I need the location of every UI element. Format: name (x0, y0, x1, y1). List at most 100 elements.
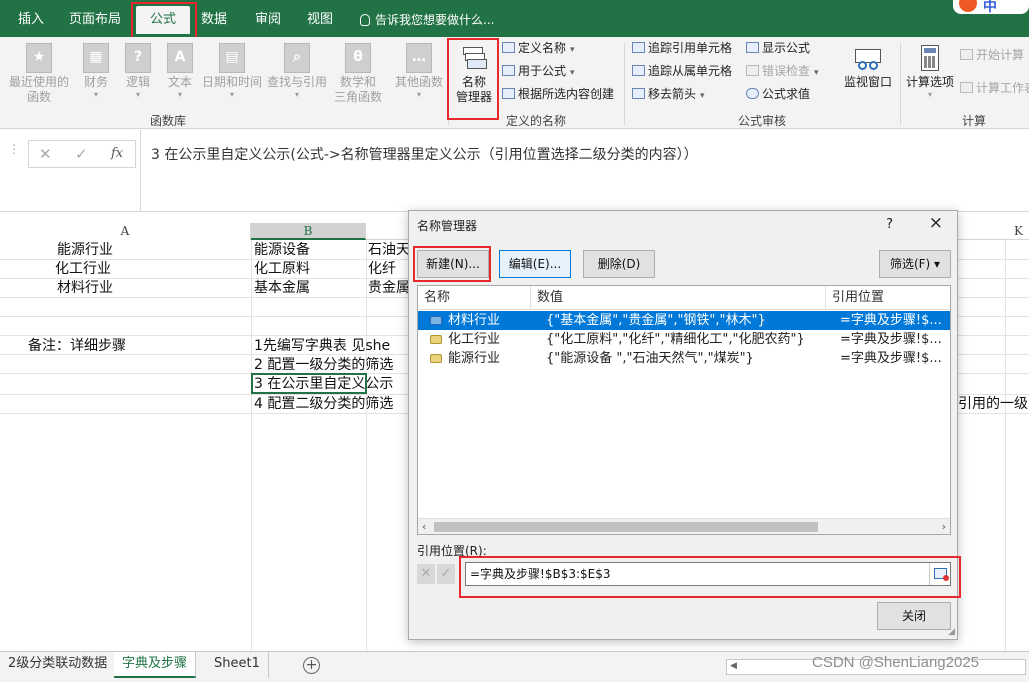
text-functions-button[interactable]: A 文本 ▾ (162, 43, 198, 99)
financial-label: 财务 (83, 75, 108, 89)
show-formulas-button[interactable]: 显示公式 (746, 38, 810, 58)
close-button[interactable]: 关闭 (877, 602, 951, 630)
confirm-ref-icon[interactable]: ✓ (437, 564, 455, 584)
list-item[interactable]: 化工行业 {"化工原料","化纤","精细化工","化肥农药"} =字典及步骤!… (418, 330, 950, 349)
add-sheet-icon[interactable]: + (303, 657, 320, 674)
math-trig-label: 数学和 三角函数 (333, 75, 382, 104)
list-item-value: {"化工原料","化纤","精细化工","化肥农药"} (546, 332, 805, 347)
names-list[interactable]: 名称 数值 引用位置 材料行业 {"基本金属","贵金属","钢铁","林木"}… (417, 285, 951, 535)
cell-b-category-2[interactable]: 化工原料 (254, 260, 366, 279)
edit-name-button[interactable]: 编辑(E)... (499, 250, 571, 278)
evaluate-formula-button[interactable]: 公式求值 (746, 84, 810, 104)
evaluate-fx-icon (746, 88, 759, 99)
scroll-left-icon[interactable]: ◀ (730, 661, 737, 671)
help-button[interactable]: ? (886, 217, 893, 232)
remove-arrows-icon (632, 88, 645, 99)
calculation-options-label: 计算选项 (905, 75, 954, 89)
calculate-sheet-icon (960, 82, 973, 93)
lightbulb-icon (360, 14, 370, 26)
watch-window-button[interactable]: 监视窗口 (840, 43, 896, 90)
cell-b-category-1[interactable]: 能源设备 (254, 241, 366, 260)
lookup-reference-button[interactable]: ⌕ 查找与引用 ▾ (266, 43, 328, 99)
cell-step-1[interactable]: 1先编写字典表 见she (254, 337, 408, 356)
cell-step-4[interactable]: 4 配置二级分类的筛选 (254, 395, 408, 414)
calendar-icon: ▤ (219, 43, 245, 73)
cancel-icon[interactable]: ✕ (39, 145, 52, 163)
sheet-tab-dictionary[interactable]: 字典及步骤 (114, 652, 197, 678)
close-icon[interactable]: × (929, 213, 943, 233)
datetime-button[interactable]: ▤ 日期和时间 ▾ (201, 43, 263, 99)
tab-page-layout[interactable]: 页面布局 (62, 6, 128, 34)
cell-c-category-2[interactable]: 化纤 (368, 260, 408, 279)
calculation-group-label: 计算 (962, 114, 987, 128)
cell-c-category-3[interactable]: 贵金属 (368, 279, 408, 298)
list-horizontal-scrollbar[interactable]: ‹ › (418, 518, 950, 534)
calculate-now-button[interactable]: 开始计算 (960, 45, 1024, 65)
calculation-options-button[interactable]: 计算选项 ▾ (904, 43, 956, 99)
sheet-tab-sheet1[interactable]: Sheet1 (206, 652, 269, 678)
ime-indicator[interactable]: 中 (953, 0, 1029, 15)
column-header-a[interactable]: A (0, 223, 251, 240)
logical-label: 逻辑 (125, 75, 150, 89)
more-functions-button[interactable]: … 其他函数 ▾ (392, 43, 446, 99)
list-item[interactable]: 材料行业 {"基本金属","贵金属","钢铁","林木"} =字典及步骤!$..… (418, 311, 950, 330)
calculate-sheet-label: 计算工作表 (976, 81, 1029, 95)
create-from-selection-button[interactable]: 根据所选内容创建 (502, 84, 614, 104)
tab-view[interactable]: 视图 (300, 6, 340, 34)
cancel-ref-icon[interactable]: ✕ (417, 564, 435, 584)
list-header-name[interactable]: 名称 (418, 286, 531, 310)
list-header-value[interactable]: 数值 (531, 286, 826, 310)
cell-a-industry-2[interactable]: 化工行业 (0, 260, 166, 279)
defined-names-group-label: 定义的名称 (506, 114, 567, 128)
remove-arrows-label: 移去箭头 (648, 87, 697, 101)
delete-name-button[interactable]: 删除(D) (583, 250, 655, 278)
remove-arrows-button[interactable]: 移去箭头 ▾ (632, 84, 705, 104)
column-header-c[interactable] (366, 223, 408, 240)
tab-data[interactable]: 数据 (194, 6, 234, 34)
cell-b-category-3[interactable]: 基本金属 (254, 279, 366, 298)
highlight-new-button (413, 246, 491, 282)
scrollbar-thumb[interactable] (434, 522, 818, 532)
sheet-tab-linked-data[interactable]: 2级分类联动数据 (0, 652, 117, 678)
more-functions-icon: … (406, 43, 432, 73)
calculate-sheet-button[interactable]: 计算工作表 (960, 78, 1029, 98)
cell-a-industry-1[interactable]: 能源行业 (0, 241, 170, 260)
tell-me-search[interactable]: 告诉我您想要做什么... (360, 6, 494, 34)
recent-functions-button[interactable]: ★ 最近使用的 函数 (4, 43, 74, 105)
create-from-selection-label: 根据所选内容创建 (518, 87, 615, 101)
list-item-ref: =字典及步骤!$... (840, 332, 942, 347)
formula-input[interactable]: 3 在公示里自定义公示(公式->名称管理器里定义公示（引用位置选择二级分类的内容… (140, 130, 1029, 212)
scroll-left-icon[interactable]: ‹ (422, 519, 426, 535)
cell-overflow-text[interactable]: 引用的一级 (958, 395, 1029, 414)
list-item-name: 化工行业 (448, 332, 501, 347)
column-header-b[interactable]: B (251, 223, 366, 240)
recent-functions-label: 最近使用的 函数 (8, 75, 69, 104)
ribbon-formulas: ★ 最近使用的 函数 ▦ 财务 ▾ ? 逻辑 ▾ A 文本 ▾ ▤ 日期和时间 ▾ ⌕ … (0, 37, 1029, 129)
cell-c-category-1[interactable]: 石油天 (368, 241, 408, 260)
define-name-button[interactable]: 定义名称 ▾ (502, 38, 575, 58)
list-item[interactable]: 能源行业 {"能源设备 ","石油天然气","煤炭"} =字典及步骤!$... (418, 349, 950, 368)
tab-insert[interactable]: 插入 (8, 6, 54, 34)
ribbon-separator (900, 43, 901, 125)
list-item-value: {"能源设备 ","石油天然气","煤炭"} (546, 351, 754, 366)
logical-button[interactable]: ? 逻辑 ▾ (120, 43, 156, 99)
filter-button[interactable]: 筛选(F) ▾ (879, 250, 951, 278)
list-header-ref[interactable]: 引用位置 (826, 286, 950, 310)
insert-function-icon[interactable]: fx (111, 146, 123, 161)
enter-icon[interactable]: ✓ (75, 145, 88, 163)
cell-a-industry-3[interactable]: 材料行业 (0, 279, 170, 298)
cell-note-label[interactable]: 备注：详细步骤 (28, 337, 228, 356)
scroll-right-icon[interactable]: › (942, 519, 946, 535)
resize-grip-icon[interactable]: ◢ (948, 627, 955, 637)
use-in-formula-button[interactable]: 用于公式 ▾ (502, 61, 575, 81)
math-trig-button[interactable]: θ 数学和 三角函数 (330, 43, 386, 105)
highlight-ref-input (459, 556, 961, 598)
tab-review[interactable]: 审阅 (248, 6, 288, 34)
column-header-k[interactable]: K (958, 223, 1029, 240)
error-checking-button[interactable]: 错误检查 ▾ (746, 61, 819, 81)
financial-button[interactable]: ▦ 财务 ▾ (78, 43, 114, 99)
trace-dependents-button[interactable]: 追踪从属单元格 (632, 61, 732, 81)
trace-precedents-button[interactable]: 追踪引用单元格 (632, 38, 732, 58)
calculate-now-icon (960, 49, 973, 60)
list-item-value: {"基本金属","贵金属","钢铁","林木"} (546, 313, 766, 328)
